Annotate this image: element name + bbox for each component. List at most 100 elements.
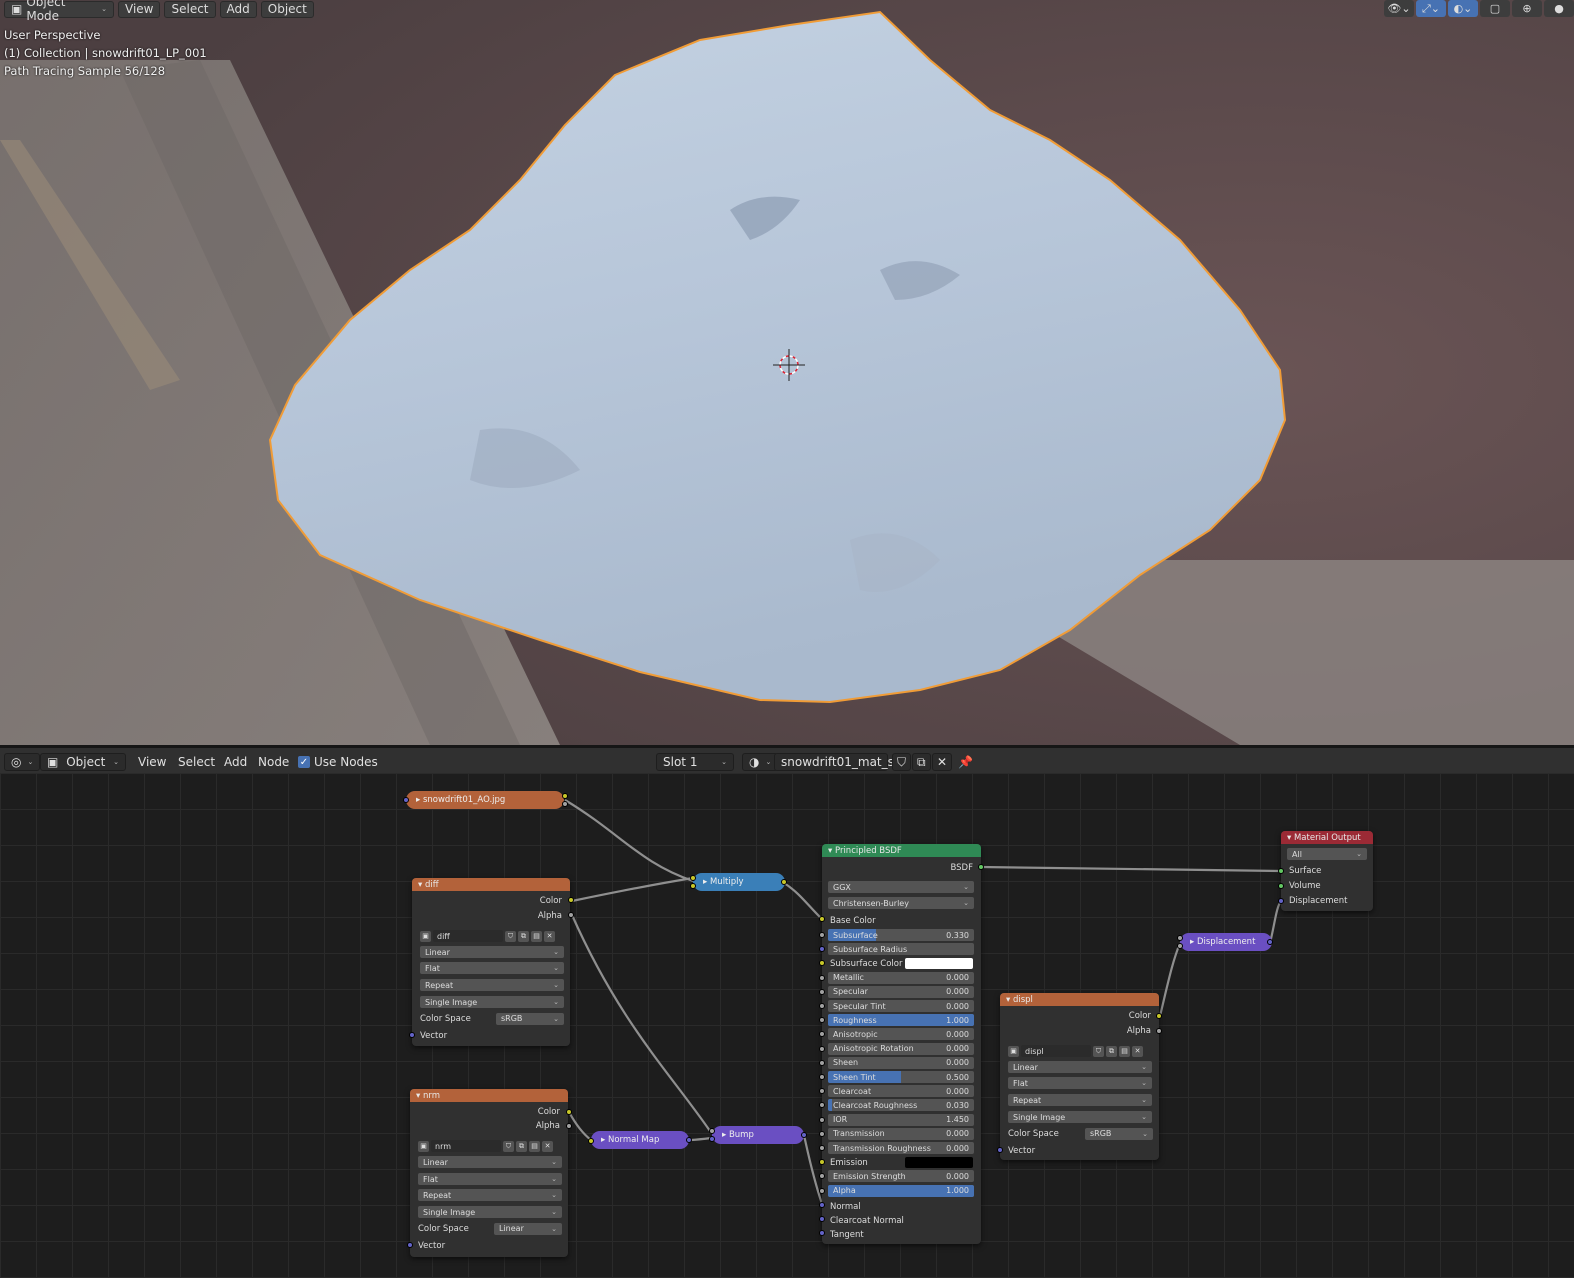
interpolation-dropdown[interactable]: Linear ⌄ <box>418 1156 562 1168</box>
node-nrm-texture[interactable]: ▾ nrm Color Alpha ▣ nrm ⛉ ⧉ ▤ ✕ Linear ⌄ … <box>410 1089 568 1257</box>
editor-type-dropdown[interactable]: ◎ ⌄ <box>4 753 41 771</box>
param-subsurface-color[interactable]: Subsurface Color <box>822 957 981 970</box>
socket-multiply-out[interactable] <box>781 879 787 885</box>
param-anisotropic-rotation[interactable]: Anisotropic Rotation 0.000 <box>828 1042 974 1055</box>
extension-dropdown[interactable]: Repeat ⌄ <box>1008 1094 1152 1106</box>
param-specular[interactable]: Specular 0.000 <box>828 985 974 998</box>
menu-view[interactable]: View <box>138 753 166 771</box>
close-icon[interactable]: ✕ <box>544 930 555 942</box>
param-clearcoat-roughness[interactable]: Clearcoat Roughness 0.030 <box>828 1099 974 1112</box>
copy-icon[interactable]: ⧉ <box>516 1140 527 1152</box>
socket-bsdf-anisotropic-rotation[interactable] <box>819 1045 825 1052</box>
distribution-dropdown[interactable]: GGX ⌄ <box>828 881 974 893</box>
node-multiply[interactable]: ▸ Multiply <box>693 873 785 891</box>
socket-nrm-vector[interactable] <box>407 1242 413 1248</box>
socket-bsdf-transmission[interactable] <box>819 1130 825 1137</box>
mode-dropdown[interactable]: ▣ Object Mode ⌄ <box>4 0 114 23</box>
interpolation-dropdown[interactable]: Linear ⌄ <box>420 946 564 958</box>
socket-bump-height[interactable] <box>709 1128 715 1134</box>
close-icon[interactable]: ✕ <box>542 1140 553 1152</box>
socket-displacement-height[interactable] <box>1177 935 1183 941</box>
socket-bsdf-sheen-tint[interactable] <box>819 1074 825 1080</box>
menu-add[interactable]: Add <box>224 753 247 771</box>
param-transmission-roughness[interactable]: Transmission Roughness 0.000 <box>828 1142 974 1154</box>
node-ao-texture[interactable]: ▸ snowdrift01_AO.jpg <box>406 791 564 809</box>
image-name-field[interactable]: displ <box>1021 1045 1091 1057</box>
socket-bump-normal[interactable] <box>709 1136 715 1142</box>
socket-nrm-alpha[interactable] <box>566 1123 572 1129</box>
shield-icon[interactable]: ⛉ <box>503 1140 514 1152</box>
param-subsurface[interactable]: Subsurface 0.330 <box>828 929 974 941</box>
socket-bsdf-alpha[interactable] <box>819 1187 825 1194</box>
socket-displ-vector[interactable] <box>997 1147 1003 1153</box>
menu-select[interactable]: Select <box>164 0 216 18</box>
node-diff-texture[interactable]: ▾ diff Color Alpha ▣ diff ⛉ ⧉ ▤ ✕ Linear… <box>412 878 570 1046</box>
color-space-dropdown[interactable]: sRGB ⌄ <box>496 1012 564 1025</box>
param-clearcoat[interactable]: Clearcoat 0.000 <box>828 1085 974 1098</box>
socket-diff-vector[interactable] <box>409 1032 415 1038</box>
viewport-render[interactable] <box>0 0 1574 745</box>
material-name-field[interactable]: snowdrift01_mat_sc... <box>774 753 912 771</box>
subsurface-method-dropdown[interactable]: Christensen-Burley ⌄ <box>828 897 974 909</box>
overlay-icon[interactable]: ◐⌄ <box>1448 0 1478 17</box>
param-emission[interactable]: Emission <box>822 1156 981 1169</box>
3d-viewport[interactable]: ▣ Object Mode ⌄ View Select Add Object 👁… <box>0 0 1574 745</box>
socket-multiply-in1[interactable] <box>690 875 696 881</box>
color-space-dropdown[interactable]: sRGB ⌄ <box>1085 1127 1153 1140</box>
param-sheen[interactable]: Sheen 0.000 <box>828 1056 974 1069</box>
source-dropdown[interactable]: Single Image ⌄ <box>420 996 564 1008</box>
socket-output-displacement[interactable] <box>1278 898 1284 904</box>
socket-diff-alpha[interactable] <box>568 912 574 918</box>
shading-solid-icon[interactable]: ● <box>1544 0 1574 17</box>
param-anisotropic[interactable]: Anisotropic 0.000 <box>828 1028 974 1041</box>
node-displacement[interactable]: ▸ Displacement <box>1180 933 1272 951</box>
socket-diff-color[interactable] <box>568 897 574 903</box>
menu-add[interactable]: Add <box>219 0 257 18</box>
socket-normalmap-color[interactable] <box>588 1138 594 1144</box>
param-alpha[interactable]: Alpha 1.000 <box>828 1184 974 1197</box>
param-transmission[interactable]: Transmission 0.000 <box>828 1127 974 1140</box>
param-subsurface-radius[interactable]: Subsurface Radius <box>828 943 974 956</box>
shield-icon[interactable]: ⛉ <box>1093 1045 1104 1057</box>
socket-bump-out[interactable] <box>801 1132 807 1138</box>
socket-ao-color[interactable] <box>562 793 568 799</box>
source-dropdown[interactable]: Single Image ⌄ <box>418 1206 562 1218</box>
menu-object[interactable]: Object <box>260 0 314 18</box>
socket-output-surface[interactable] <box>1278 868 1284 874</box>
socket-bsdf-subsurface[interactable] <box>819 932 825 938</box>
socket-ao-vector[interactable] <box>403 797 409 803</box>
projection-dropdown[interactable]: Flat ⌄ <box>418 1173 562 1185</box>
param-sheen-tint[interactable]: Sheen Tint 0.500 <box>828 1071 974 1083</box>
socket-bsdf-normal[interactable] <box>819 1202 825 1208</box>
source-dropdown[interactable]: Single Image ⌄ <box>1008 1111 1152 1123</box>
socket-bsdf-specular-tint[interactable] <box>819 1003 825 1009</box>
node-bump[interactable]: ▸ Bump <box>712 1126 804 1144</box>
slot-dropdown[interactable]: Slot 1 ⌄ <box>656 753 734 771</box>
projection-dropdown[interactable]: Flat ⌄ <box>420 962 564 974</box>
node-editor-canvas[interactable]: ▸ snowdrift01_AO.jpg ▾ diff Color Alpha … <box>0 773 1574 1278</box>
socket-bsdf-transmission-roughness[interactable] <box>819 1145 825 1151</box>
param-emission-strength[interactable]: Emission Strength 0.000 <box>828 1170 974 1183</box>
node-material-output[interactable]: ▾ Material Output All ⌄ Surface Volume Di… <box>1281 831 1373 911</box>
duplicate-material-button[interactable]: ⧉ <box>912 753 931 771</box>
copy-icon[interactable]: ⧉ <box>1106 1045 1117 1057</box>
menu-select[interactable]: Select <box>178 753 215 771</box>
use-nodes-checkbox[interactable]: ✓ Use Nodes <box>298 753 378 771</box>
fake-user-button[interactable]: ⛉ <box>892 753 912 771</box>
interpolation-dropdown[interactable]: Linear ⌄ <box>1008 1061 1152 1073</box>
extension-dropdown[interactable]: Repeat ⌄ <box>418 1189 562 1201</box>
color-swatch[interactable] <box>905 1157 973 1169</box>
socket-displ-color[interactable] <box>1156 1013 1162 1019</box>
folder-icon[interactable]: ▤ <box>1119 1045 1130 1057</box>
socket-bsdf-ior[interactable] <box>819 1116 825 1123</box>
socket-bsdf-clearcoat-normal[interactable] <box>819 1216 825 1222</box>
menu-node[interactable]: Node <box>258 753 289 771</box>
projection-dropdown[interactable]: Flat ⌄ <box>1008 1077 1152 1089</box>
folder-icon[interactable]: ▤ <box>531 930 542 942</box>
socket-displacement-out[interactable] <box>1267 939 1273 945</box>
socket-output-volume[interactable] <box>1278 883 1284 889</box>
socket-bsdf-base-color[interactable] <box>819 916 825 922</box>
node-normal-map[interactable]: ▸ Normal Map <box>591 1131 689 1149</box>
output-target-dropdown[interactable]: All ⌄ <box>1287 848 1367 860</box>
unlink-material-button[interactable]: ✕ <box>932 753 953 771</box>
